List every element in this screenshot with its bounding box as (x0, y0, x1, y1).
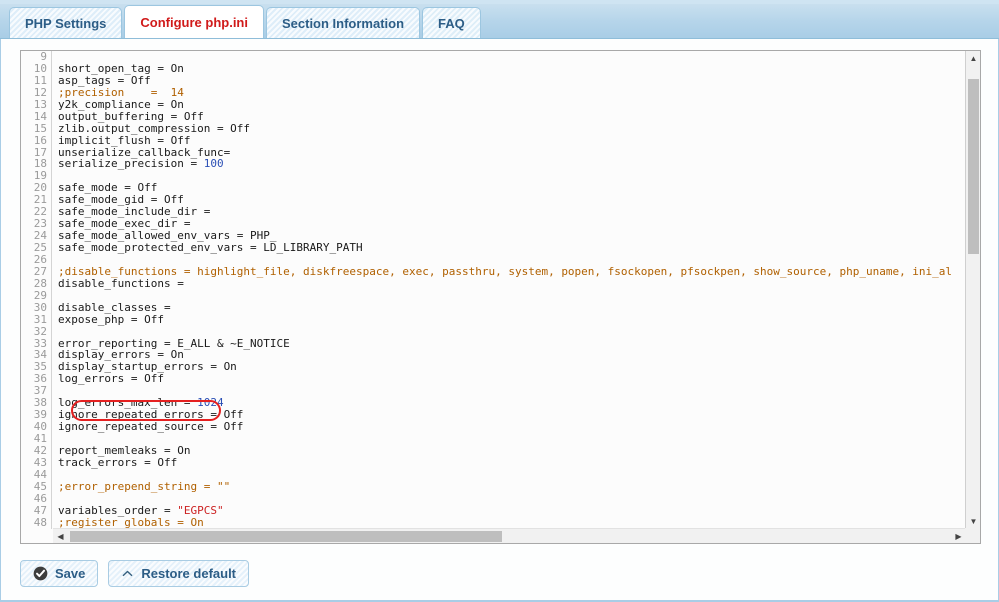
editor-viewport: 9101112131415161718192021222324252627282… (21, 51, 966, 529)
tab-label: Configure php.ini (140, 15, 248, 30)
line-number: 44 (21, 469, 51, 481)
tab-faq[interactable]: FAQ (422, 7, 481, 38)
code-line[interactable]: disable_functions = (53, 278, 966, 290)
line-number: 46 (21, 493, 51, 505)
panel-bottom-border (1, 600, 999, 601)
line-number: 47 (21, 505, 51, 517)
code-line[interactable]: track_errors = Off (53, 457, 966, 469)
line-number: 48 (21, 517, 51, 529)
scrollbar-corner (965, 528, 980, 543)
line-number: 31 (21, 314, 51, 326)
tab-section-information[interactable]: Section Information (266, 7, 420, 38)
arrow-glyph: ▶ (955, 532, 961, 541)
tab-label: FAQ (438, 16, 465, 31)
code-line[interactable] (53, 326, 966, 338)
save-button-label: Save (55, 566, 85, 581)
tab-label: Section Information (282, 16, 404, 31)
code-line[interactable]: ;disable_functions = highlight_file, dis… (53, 266, 966, 278)
code-line[interactable]: safe_mode = Off (53, 182, 966, 194)
code-line[interactable]: safe_mode_protected_env_vars = LD_LIBRAR… (53, 242, 966, 254)
php-ini-editor[interactable]: 9101112131415161718192021222324252627282… (20, 50, 981, 544)
scroll-right-arrow-icon[interactable]: ▶ (951, 529, 966, 544)
line-number: 12 (21, 87, 51, 99)
check-circle-icon (33, 566, 48, 581)
code-line[interactable]: expose_php = Off (53, 314, 966, 326)
code-line[interactable]: error_reporting = E_ALL & ~E_NOTICE (53, 338, 966, 350)
code-line[interactable] (53, 290, 966, 302)
php-ini-configurator: PHP Settings Configure php.ini Section I… (0, 0, 999, 602)
code-content[interactable]: short_open_tag = Onasp_tags = Off;precis… (53, 51, 966, 529)
code-line[interactable]: ignore_repeated_source = Off (53, 421, 966, 433)
tab-bar: PHP Settings Configure php.ini Section I… (0, 0, 999, 39)
chevron-up-icon (121, 567, 134, 580)
line-number: 32 (21, 326, 51, 338)
scroll-up-arrow-icon[interactable]: ▲ (966, 51, 981, 66)
code-line[interactable]: output_buffering = Off (53, 111, 966, 123)
code-line[interactable]: display_startup_errors = On (53, 361, 966, 373)
code-line[interactable] (53, 170, 966, 182)
horizontal-scrollbar-thumb[interactable] (70, 531, 502, 542)
line-number: 30 (21, 302, 51, 314)
code-line[interactable]: ;precision = 14 (53, 87, 966, 99)
horizontal-scrollbar[interactable]: ◀ ▶ (53, 528, 966, 543)
line-number-gutter: 9101112131415161718192021222324252627282… (21, 51, 52, 529)
arrow-glyph: ▲ (970, 54, 978, 63)
code-line[interactable]: log_errors = Off (53, 373, 966, 385)
arrow-glyph: ◀ (57, 532, 63, 541)
code-line[interactable]: implicit_flush = Off (53, 135, 966, 147)
line-number: 29 (21, 290, 51, 302)
vertical-scrollbar[interactable]: ▲ ▼ (965, 51, 980, 529)
code-line[interactable]: serialize_precision = 100 (53, 158, 966, 170)
code-line[interactable]: disable_classes = (53, 302, 966, 314)
scroll-left-arrow-icon[interactable]: ◀ (53, 529, 68, 544)
tab-panel-configure-php-ini: 9101112131415161718192021222324252627282… (0, 39, 999, 602)
tab-php-settings[interactable]: PHP Settings (9, 7, 122, 38)
vertical-scrollbar-thumb[interactable] (968, 79, 979, 254)
line-number: 13 (21, 99, 51, 111)
tab-label: PHP Settings (25, 16, 106, 31)
arrow-glyph: ▼ (970, 517, 978, 526)
save-button[interactable]: Save (20, 560, 98, 587)
line-number: 49 (21, 529, 51, 530)
line-number: 45 (21, 481, 51, 493)
code-line[interactable]: ;register_globals = On (53, 517, 966, 529)
scroll-down-arrow-icon[interactable]: ▼ (966, 514, 981, 529)
code-line[interactable]: asp_tags = Off (53, 75, 966, 87)
line-number: 28 (21, 278, 51, 290)
line-number: 14 (21, 111, 51, 123)
line-number: 16 (21, 135, 51, 147)
code-line[interactable]: zlib.output_compression = Off (53, 123, 966, 135)
code-line[interactable]: ;error_prepend_string = "" (53, 481, 966, 493)
restore-default-button-label: Restore default (141, 566, 236, 581)
code-line[interactable] (53, 51, 966, 63)
action-button-bar: Save Restore default (20, 560, 259, 587)
tab-configure-php-ini[interactable]: Configure php.ini (124, 5, 264, 38)
code-line[interactable]: report_memleaks = On (53, 445, 966, 457)
code-line[interactable]: short_open_tag = On (53, 63, 966, 75)
line-number: 15 (21, 123, 51, 135)
code-line[interactable]: y2k_compliance = On (53, 99, 966, 111)
restore-default-button[interactable]: Restore default (108, 560, 249, 587)
